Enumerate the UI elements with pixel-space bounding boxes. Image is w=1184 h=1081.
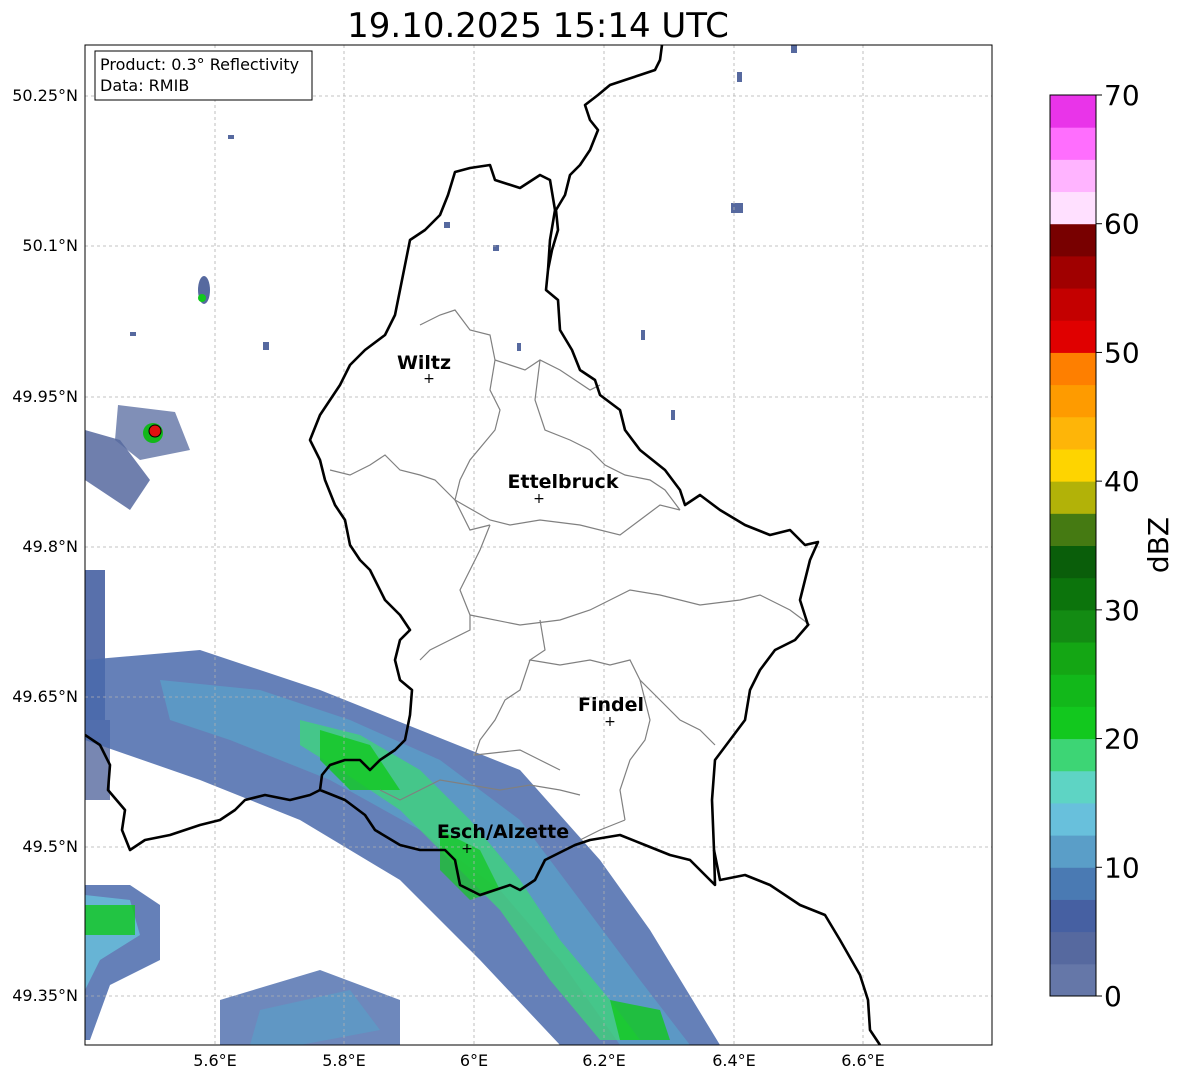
colorbar-swatch bbox=[1050, 448, 1096, 482]
colorbar-swatch bbox=[1050, 352, 1096, 386]
city-name: Ettelbruck bbox=[508, 471, 619, 493]
colorbar-swatch bbox=[1050, 802, 1096, 836]
colorbar-tick-label: 10 bbox=[1104, 851, 1140, 884]
city-name: Wiltz bbox=[397, 352, 451, 374]
data-source-text: Data: RMIB bbox=[100, 76, 189, 95]
colorbar-swatch bbox=[1050, 835, 1096, 868]
lon-tick-labels: 5.6°E 5.8°E 6°E 6.2°E 6.4°E 6.6°E bbox=[193, 1051, 885, 1070]
colorbar-tick-label: 0 bbox=[1104, 980, 1122, 1013]
lat-tick: 50.1°N bbox=[22, 236, 78, 255]
colorbar-swatch bbox=[1050, 191, 1096, 225]
radar-site-marker bbox=[148, 424, 162, 438]
colorbar-tick-label: 40 bbox=[1104, 465, 1140, 498]
precipitation-echoes bbox=[85, 45, 797, 1045]
product-text: Product: 0.3° Reflectivity bbox=[100, 55, 299, 74]
colorbar-swatch bbox=[1050, 481, 1096, 514]
colorbar-swatch bbox=[1050, 223, 1096, 257]
colorbar-swatch bbox=[1050, 609, 1096, 643]
lat-tick: 49.5°N bbox=[22, 837, 78, 856]
lat-tick: 50.25°N bbox=[12, 86, 78, 105]
colorbar-swatch bbox=[1050, 770, 1096, 804]
colorbar-swatch bbox=[1050, 513, 1096, 546]
colorbar-swatch bbox=[1050, 899, 1096, 933]
city-name: Esch/Alzette bbox=[437, 821, 569, 843]
colorbar-ticks: 0 10 20 30 40 50 60 70 bbox=[1096, 79, 1140, 1013]
colorbar-swatch bbox=[1050, 320, 1096, 353]
lon-tick: 5.6°E bbox=[193, 1051, 237, 1070]
lon-tick: 6.4°E bbox=[712, 1051, 756, 1070]
colorbar-swatch bbox=[1050, 738, 1096, 772]
city-ettelbruck: + Ettelbruck bbox=[508, 471, 619, 507]
lat-tick: 49.35°N bbox=[12, 986, 78, 1005]
colorbar-swatch bbox=[1050, 577, 1096, 611]
colorbar-swatch bbox=[1050, 931, 1096, 965]
colorbar-swatch bbox=[1050, 674, 1096, 707]
colorbar: 0 10 20 30 40 50 60 70 dBZ bbox=[1049, 79, 1175, 1013]
lon-tick: 6.6°E bbox=[841, 1051, 885, 1070]
colorbar-swatch bbox=[1050, 706, 1096, 740]
lat-tick: 49.65°N bbox=[12, 687, 78, 706]
city-marker: + bbox=[461, 841, 473, 857]
city-marker: + bbox=[533, 491, 545, 507]
colorbar-tick-label: 70 bbox=[1104, 79, 1140, 112]
city-name: Findel bbox=[578, 694, 644, 716]
lat-tick: 49.95°N bbox=[12, 387, 78, 406]
colorbar-tick-label: 30 bbox=[1104, 594, 1140, 627]
colorbar-swatch bbox=[1050, 416, 1096, 450]
colorbar-swatch bbox=[1050, 159, 1096, 193]
colorbar-swatch bbox=[1050, 95, 1096, 128]
colorbar-swatch bbox=[1050, 963, 1096, 997]
colorbar-tick-label: 20 bbox=[1104, 723, 1140, 756]
radar-map: 19.10.2025 15:14 UTC Product: 0.3° Refle… bbox=[12, 6, 1175, 1070]
colorbar-swatch bbox=[1050, 255, 1096, 289]
map-title: 19.10.2025 15:14 UTC bbox=[347, 6, 729, 46]
lat-tick: 49.8°N bbox=[22, 537, 78, 556]
city-wiltz: + Wiltz bbox=[397, 352, 451, 387]
lon-tick: 6.2°E bbox=[582, 1051, 626, 1070]
city-findel: + Findel bbox=[578, 694, 644, 730]
colorbar-swatch bbox=[1050, 867, 1096, 900]
lon-tick: 6°E bbox=[460, 1051, 488, 1070]
lat-tick-labels: 50.25°N 50.1°N 49.95°N 49.8°N 49.65°N 49… bbox=[12, 86, 78, 1005]
colorbar-tick-label: 50 bbox=[1104, 336, 1140, 369]
colorbar-tick-label: 60 bbox=[1104, 208, 1140, 241]
colorbar-label: dBZ bbox=[1142, 517, 1175, 573]
colorbar-swatch bbox=[1050, 642, 1096, 675]
lon-tick: 5.8°E bbox=[322, 1051, 366, 1070]
colorbar-swatch bbox=[1050, 384, 1096, 418]
colorbar-swatches bbox=[1050, 95, 1096, 997]
colorbar-swatch bbox=[1050, 127, 1096, 160]
info-box: Product: 0.3° Reflectivity Data: RMIB bbox=[94, 50, 313, 101]
colorbar-swatch bbox=[1050, 288, 1096, 321]
city-marker: + bbox=[604, 714, 616, 730]
colorbar-swatch bbox=[1050, 545, 1096, 579]
